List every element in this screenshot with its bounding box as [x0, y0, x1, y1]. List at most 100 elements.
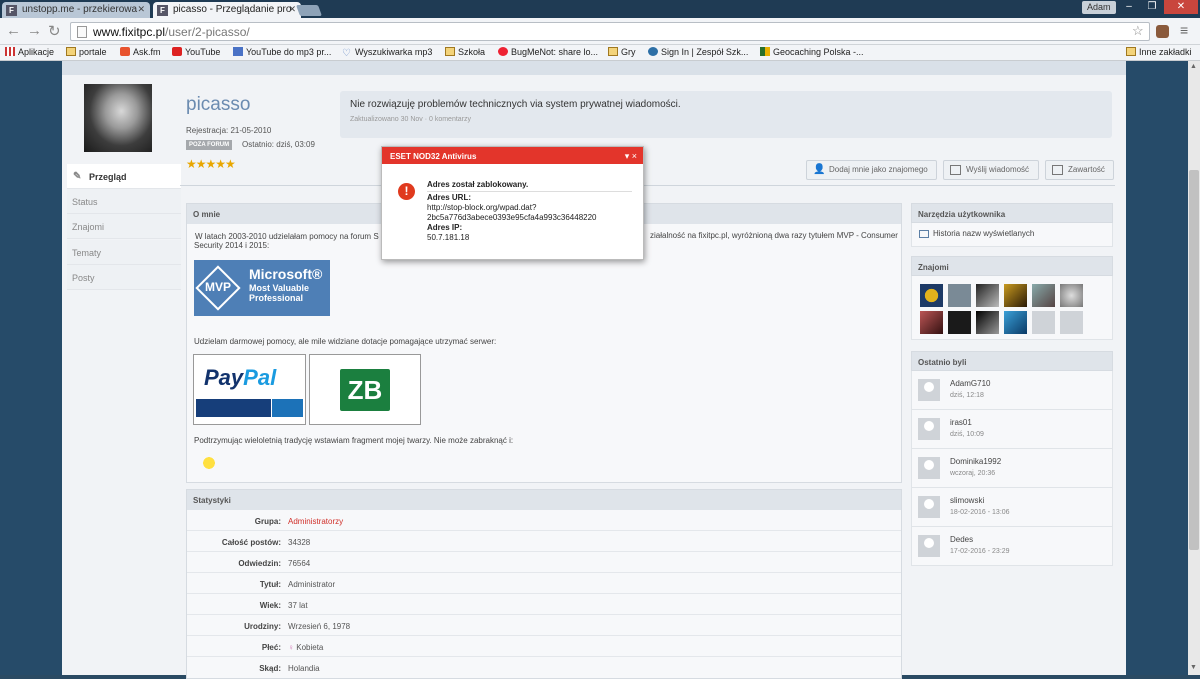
name-history-link[interactable]: Historia nazw wyświetlanych [933, 229, 1034, 238]
heart-icon: ♡ [342, 48, 351, 59]
friend-avatar[interactable] [948, 284, 971, 307]
bookmark-geocaching[interactable]: Geocaching Polska -... [760, 47, 864, 57]
bookmark-bugmenot[interactable]: BugMeNot: share lo... [498, 47, 598, 57]
stat-row: Całość postów: 34328 [187, 531, 901, 552]
pencil-icon: ✎ [73, 171, 82, 182]
history-icon [919, 230, 929, 238]
bookmark-wyszukiwarka[interactable]: ♡ Wyszukiwarka mp3 [342, 47, 432, 59]
geocaching-icon [760, 47, 770, 56]
zb-donation-button[interactable]: ZB [309, 354, 421, 425]
back-icon[interactable]: ← [6, 22, 21, 39]
avatar [918, 379, 940, 401]
friends-title: Znajomi [911, 256, 1113, 276]
smiley-icon [199, 455, 219, 471]
friend-avatar[interactable] [1004, 284, 1027, 307]
bookmark-folder-portale[interactable]: portale [66, 47, 107, 57]
tab-picasso[interactable]: Fpicasso - Przeglądanie pro ✕ [153, 2, 301, 18]
content-button[interactable]: Zawartość [1045, 160, 1114, 180]
close-window-icon[interactable]: ✕ [1164, 0, 1198, 14]
bookmark-youtube-mp3[interactable]: YouTube do mp3 pr... [233, 47, 331, 57]
add-friend-button[interactable]: 👤 Dodaj mnie jako znajomego [806, 160, 937, 180]
folder-icon [1126, 47, 1136, 56]
new-tab-button[interactable] [295, 5, 323, 16]
bookmark-other[interactable]: Inne zakładki [1126, 47, 1192, 57]
status-badge: POZA FORUM [186, 140, 233, 150]
rating-stars: ★★★★★ [186, 157, 236, 171]
stat-row: Tytuł: Administrator [187, 573, 901, 594]
visitor-row[interactable]: iras01 dziś, 10:09 [911, 410, 1113, 449]
registration-date: Rejestracja: 21-05-2010 [186, 126, 272, 135]
eset-title: ESET NOD32 Antivirus [382, 147, 643, 164]
folder-icon [66, 47, 76, 56]
friend-avatar[interactable] [1004, 311, 1027, 334]
stats-title: Statystyki [187, 490, 901, 510]
tools-panel: Historia nazw wyświetlanych [911, 223, 1113, 247]
close-tab-icon[interactable]: ✕ [288, 4, 296, 15]
breadcrumb-strip [62, 61, 1126, 75]
bookmarks-bar: Aplikacje portale Ask.fm YouTube YouTube… [0, 45, 1200, 61]
profile-button[interactable]: Adam [1082, 1, 1116, 14]
content-icon [1052, 165, 1063, 175]
tab-unstopp[interactable]: Funstopp.me - przekierowa ✕ [2, 2, 150, 18]
scroll-up-icon[interactable]: ▲ [1190, 63, 1197, 70]
friend-avatar[interactable] [920, 284, 943, 307]
visitor-row[interactable]: Dominika1992 wczoraj, 20:36 [911, 449, 1113, 488]
avatar [918, 535, 940, 557]
visitor-row[interactable]: Dedes 17-02-2016 - 23:29 [911, 527, 1113, 566]
reload-icon[interactable]: ↻ [48, 22, 61, 40]
friend-avatar[interactable] [976, 284, 999, 307]
about-text-right: ziałalność na fixitpc.pl, wyróżnioną dwa… [650, 231, 898, 240]
visitor-row[interactable]: AdamG710 dziś, 12:18 [911, 371, 1113, 410]
bookmark-signin[interactable]: Sign In | Zespół Szk... [648, 47, 748, 57]
bookmark-youtube[interactable]: YouTube [172, 47, 220, 57]
scroll-down-icon[interactable]: ▼ [1190, 664, 1197, 671]
stat-row: Płeć: ♀ Kobieta [187, 636, 901, 657]
scrollbar-thumb[interactable] [1189, 170, 1199, 550]
stat-row: Odwiedzin: 76564 [187, 552, 901, 573]
bookmark-askfm[interactable]: Ask.fm [120, 47, 161, 57]
tab-posts[interactable]: Posty [67, 265, 181, 290]
apps-icon [5, 47, 15, 56]
minimize-icon[interactable]: – [1118, 0, 1140, 14]
last-active: Ostatnio: dziś, 03:09 [242, 140, 315, 149]
tab-overview[interactable]: ✎ Przegląd [67, 164, 181, 189]
warning-icon: ! [398, 183, 415, 200]
close-tab-icon[interactable]: ✕ [137, 4, 145, 15]
maximize-icon[interactable]: ❐ [1141, 0, 1163, 14]
stat-row: Skąd: Holandia [259, 664, 320, 673]
bugmenot-icon [498, 47, 508, 56]
bookmark-folder-gry[interactable]: Gry [608, 47, 636, 57]
friend-avatar[interactable] [920, 311, 943, 334]
fixitpc-favicon-icon: F [157, 5, 168, 16]
visitor-row[interactable]: slimowski 18-02-2016 - 13:06 [911, 488, 1113, 527]
folder-icon [608, 47, 618, 56]
eset-controls[interactable]: ▾ × [625, 151, 637, 162]
avatar [918, 496, 940, 518]
address-bar[interactable]: www.fixitpc.pl/user/2-picasso/ [70, 22, 1150, 41]
instagram-extension-icon[interactable] [1156, 25, 1169, 38]
tab-friends[interactable]: Znajomi [67, 214, 181, 239]
tab-topics[interactable]: Tematy [67, 240, 181, 265]
url-path: /user/2-picasso/ [165, 25, 250, 39]
paypal-button[interactable]: PayPal [193, 354, 306, 425]
divider [180, 185, 1115, 186]
fixitpc-favicon-icon: F [6, 5, 17, 16]
bookmark-apps[interactable]: Aplikacje [5, 47, 54, 57]
friend-avatar[interactable] [976, 311, 999, 334]
friend-avatar[interactable] [1060, 284, 1083, 307]
status-text: Nie rozwiązuję problemów technicznych vi… [350, 99, 681, 110]
friend-avatar[interactable] [1032, 284, 1055, 307]
friends-grid [911, 276, 1113, 340]
forward-icon[interactable]: → [27, 22, 42, 39]
status-meta: Zaktualizowano 30 Nov · 0 komentarzy [350, 116, 471, 123]
bookmark-star-icon[interactable]: ☆ [1132, 23, 1144, 39]
menu-icon[interactable]: ≡ [1180, 22, 1188, 38]
bookmark-folder-szkola[interactable]: Szkoła [445, 47, 485, 57]
tab-status[interactable]: Status [67, 189, 181, 214]
avatar [918, 418, 940, 440]
friend-avatar-default[interactable] [1060, 311, 1083, 334]
friend-avatar[interactable] [948, 311, 971, 334]
friend-avatar-default[interactable] [1032, 311, 1055, 334]
zb-logo: ZB [340, 369, 390, 411]
send-message-button[interactable]: Wyślij wiadomość [943, 160, 1039, 180]
